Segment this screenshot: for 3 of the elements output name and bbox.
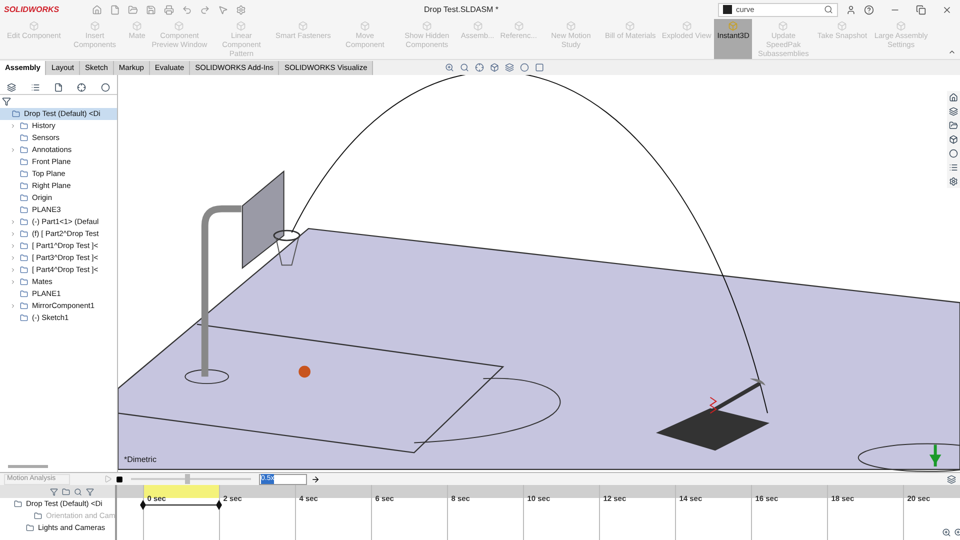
window-title: Drop Test.SLDASM * — [424, 4, 499, 16]
view-orientation-label: *Dimetric — [124, 454, 156, 466]
app-logo: SOLIDWORKS — [4, 4, 60, 16]
